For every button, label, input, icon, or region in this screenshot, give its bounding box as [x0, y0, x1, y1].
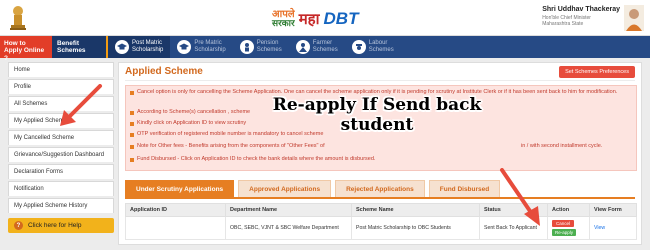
col-department: Department Name	[225, 203, 352, 217]
cm-portrait	[624, 5, 644, 31]
main-nav: How to Apply Online ? Benefit Schemes Po…	[0, 36, 650, 62]
sidebar-item-declaration-forms[interactable]: Declaration Forms	[8, 164, 114, 179]
annotation-line-1: Re-apply If Send back	[272, 95, 482, 115]
sidebar-menu: Home Profile All Schemes My Applied Sche…	[8, 62, 114, 233]
notice-item: According to Scheme(s) cancellation , sc…	[130, 109, 250, 116]
bullet-icon	[130, 90, 134, 95]
help-label: Click here for Help	[28, 222, 82, 229]
cell-application-id[interactable]	[125, 216, 226, 240]
sidebar-item-grievance[interactable]: Grievance/Suggestion Dashboard	[8, 147, 114, 162]
bullet-icon	[130, 144, 134, 149]
site-header: आपले सरकार महा DBT Shri Uddhav Thackeray …	[0, 0, 650, 36]
notice-item-continued: in / with second installment cycle.	[521, 143, 603, 149]
tutorial-annotation: Re-apply If Send back student	[262, 95, 492, 136]
notice-item: Note for Other fees - Benefits arising f…	[130, 143, 325, 150]
col-status: Status	[479, 203, 548, 217]
bullet-icon	[130, 132, 134, 137]
cell-action: Cancel Re-apply	[547, 216, 590, 240]
state-emblem-icon	[10, 6, 26, 30]
annotation-line-2: student	[340, 115, 414, 136]
sidebar-item-my-cancelled-scheme[interactable]: My Cancelled Scheme	[8, 130, 114, 145]
aaple-sarkar-logo: आपले सरकार	[272, 8, 295, 29]
main-content: Applied Scheme Set Schemes Preferences C…	[118, 62, 642, 245]
tab-under-scrutiny[interactable]: Under Scrutiny Applications	[125, 180, 235, 197]
col-action: Action	[547, 203, 590, 217]
labour-icon	[351, 40, 366, 54]
tab-approved[interactable]: Approved Applications	[238, 180, 332, 197]
cell-status: Sent Back To Applicant	[479, 216, 548, 240]
col-scheme: Scheme Name	[351, 203, 480, 217]
title-divider	[125, 80, 635, 81]
cancel-button[interactable]: Cancel	[552, 220, 574, 227]
page-title: Applied Scheme	[125, 66, 203, 77]
bullet-icon	[130, 157, 134, 162]
help-button[interactable]: ? Click here for Help	[8, 218, 114, 233]
tab-rejected[interactable]: Rejected Applications	[335, 180, 425, 197]
notice-item: Kindly click on Application ID to view s…	[130, 120, 246, 127]
farmer-icon	[295, 40, 310, 54]
applications-table: Application ID Department Name Scheme Na…	[125, 203, 637, 240]
tabs-underline	[125, 197, 635, 199]
graduation-icon	[177, 40, 192, 54]
nav-tab-labour[interactable]: Labour Schemes	[345, 36, 401, 58]
sidebar-item-all-schemes[interactable]: All Schemes	[8, 96, 114, 111]
mahadbt-logo[interactable]: आपले सरकार महा DBT	[272, 6, 358, 32]
chief-minister-info: Shri Uddhav Thackeray Hon'ble Chief Mini…	[542, 6, 620, 27]
pension-icon	[239, 40, 254, 54]
benefit-schemes-tab[interactable]: Benefit Schemes	[52, 36, 108, 58]
sidebar-item-my-applied-scheme[interactable]: My Applied Scheme	[8, 113, 114, 128]
reapply-button[interactable]: Re-apply	[552, 229, 576, 236]
nav-tab-farmer[interactable]: Farmer Schemes	[289, 36, 345, 58]
help-icon: ?	[14, 221, 23, 230]
cell-department: OBC, SEBC, VJNT & SBC Welfare Department	[225, 216, 352, 240]
sidebar-item-notification[interactable]: Notification	[8, 181, 114, 196]
graduation-icon	[115, 40, 129, 54]
view-form-link[interactable]: View	[594, 225, 605, 231]
cm-role: Hon'ble Chief Minister Maharashtra State	[542, 15, 591, 27]
application-tabs: Under Scrutiny Applications Approved App…	[125, 180, 501, 197]
cell-view-form: View	[589, 216, 637, 240]
bullet-icon	[130, 121, 134, 126]
set-preferences-button[interactable]: Set Schemes Preferences	[559, 66, 635, 78]
logo-maha-text: महा	[298, 10, 320, 28]
table-header-row: Application ID Department Name Scheme Na…	[125, 203, 637, 217]
notice-item: Fund Disbursed - Click on Application ID…	[130, 156, 375, 163]
sidebar-item-applied-history[interactable]: My Applied Scheme History	[8, 198, 114, 213]
table-row: OBC, SEBC, VJNT & SBC Welfare Department…	[125, 216, 637, 240]
sidebar-item-home[interactable]: Home	[8, 62, 114, 77]
nav-tab-post-matric[interactable]: Post Matric Scholarship	[108, 36, 171, 58]
nav-tab-pre-matric[interactable]: Pre Matric Scholarship	[170, 36, 232, 58]
col-application-id: Application ID	[125, 203, 226, 217]
cm-name: Shri Uddhav Thackeray	[542, 6, 620, 13]
how-to-apply-button[interactable]: How to Apply Online ?	[0, 36, 52, 62]
bullet-icon	[130, 110, 134, 115]
sidebar-item-profile[interactable]: Profile	[8, 79, 114, 94]
nav-tab-pension[interactable]: Pension Schemes	[233, 36, 289, 58]
logo-dbt-text: DBT	[323, 9, 359, 28]
tab-fund-disbursed[interactable]: Fund Disbursed	[428, 180, 501, 197]
col-view-form: View Form	[589, 203, 637, 217]
cell-scheme: Post Matric Scholarship to OBC Students	[351, 216, 480, 240]
